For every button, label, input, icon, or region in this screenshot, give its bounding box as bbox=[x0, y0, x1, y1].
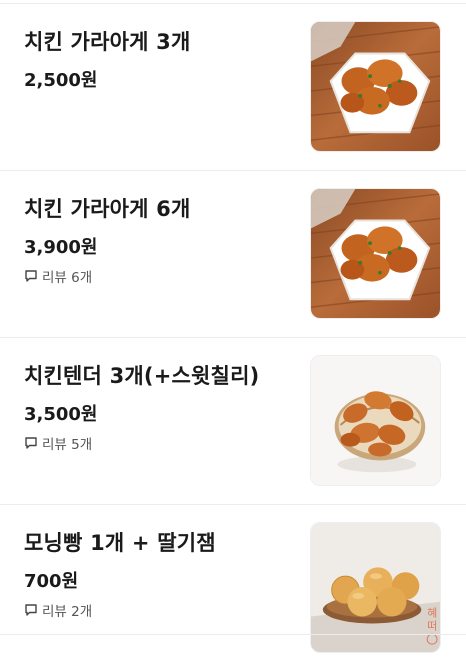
menu-item-price: 2,500원 bbox=[24, 70, 98, 91]
menu-item-karaage-6[interactable]: 치킨 가라아게 6개 3,900원 리뷰 6개 bbox=[0, 171, 466, 337]
menu-item-morning-bread[interactable]: 모닝빵 1개 + 딸기잼 700원 리뷰 2개 혜 떠 bbox=[0, 505, 466, 671]
chicken-tenders-basket-photo bbox=[310, 355, 441, 486]
review-bubble-icon bbox=[25, 604, 37, 616]
menu-item-karaage-3[interactable]: 치킨 가라아게 3개 2,500원 bbox=[0, 4, 466, 170]
fried-chicken-on-wood-photo bbox=[310, 21, 441, 152]
menu-item-price: 3,500원 bbox=[24, 404, 98, 425]
menu-item-chicken-tender-3[interactable]: 치킨텐더 3개(+스윗칠리) 3,500원 리뷰 5개 bbox=[0, 338, 466, 504]
review-bubble-icon bbox=[25, 270, 37, 282]
svg-text:떠: 떠 bbox=[427, 619, 437, 632]
review-bubble-icon bbox=[25, 437, 37, 449]
svg-text:혜: 혜 bbox=[427, 607, 437, 620]
fried-chicken-on-wood-photo bbox=[310, 188, 441, 319]
menu-item-name: 치킨 가라아게 3개 bbox=[24, 30, 191, 54]
review-count[interactable]: 리뷰 6개 bbox=[24, 267, 93, 286]
divider bbox=[0, 634, 466, 635]
review-count-label: 리뷰 6개 bbox=[42, 270, 93, 286]
menu-item-name: 치킨텐더 3개(+스윗칠리) bbox=[24, 364, 260, 388]
review-count-label: 리뷰 2개 bbox=[42, 604, 93, 620]
review-count[interactable]: 리뷰 2개 bbox=[24, 601, 93, 620]
menu-item-name: 모닝빵 1개 + 딸기잼 bbox=[24, 531, 216, 555]
menu-item-name: 치킨 가라아게 6개 bbox=[24, 197, 191, 221]
menu-list: 치킨 가라아게 3개 2,500원 치킨 가라아게 6개 3,900원 리뷰 6… bbox=[0, 0, 466, 653]
menu-item-price: 3,900원 bbox=[24, 237, 98, 258]
menu-item-price: 700원 bbox=[24, 571, 79, 592]
review-count[interactable]: 리뷰 5개 bbox=[24, 434, 93, 453]
review-count-label: 리뷰 5개 bbox=[42, 437, 93, 453]
